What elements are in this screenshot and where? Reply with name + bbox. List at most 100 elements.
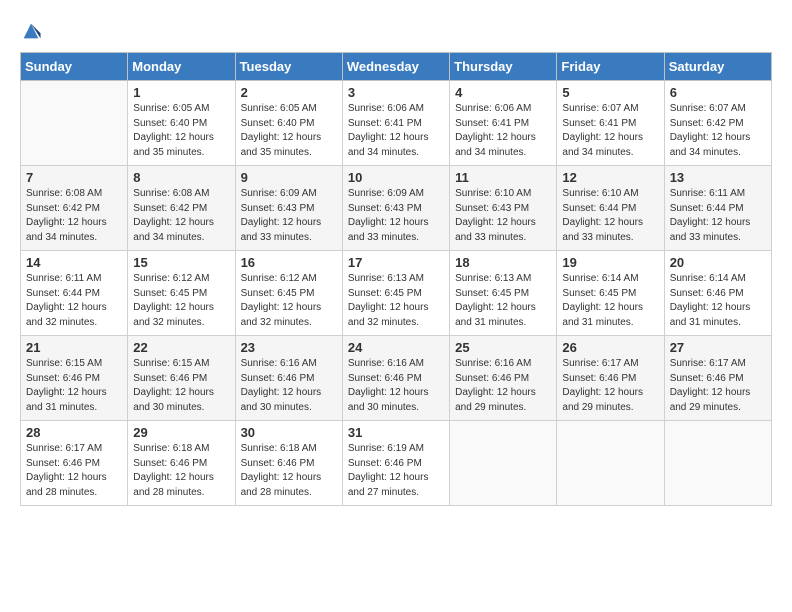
sunrise-label: Sunrise: 6:12 AM [241, 273, 317, 284]
daylight-label: Daylight: 12 hours and 32 minutes. [133, 302, 214, 328]
sunset-label: Sunset: 6:46 PM [562, 373, 636, 384]
day-cell: 18Sunrise: 6:13 AMSunset: 6:45 PMDayligh… [450, 251, 557, 336]
day-number: 1 [133, 85, 229, 100]
day-info: Sunrise: 6:07 AMSunset: 6:42 PMDaylight:… [670, 102, 766, 160]
sunset-label: Sunset: 6:46 PM [670, 288, 744, 299]
sunset-label: Sunset: 6:46 PM [241, 458, 315, 469]
day-info: Sunrise: 6:05 AMSunset: 6:40 PMDaylight:… [241, 102, 337, 160]
sunrise-label: Sunrise: 6:07 AM [562, 103, 638, 114]
day-number: 26 [562, 340, 658, 355]
sunrise-label: Sunrise: 6:17 AM [670, 358, 746, 369]
daylight-label: Daylight: 12 hours and 32 minutes. [348, 302, 429, 328]
sunset-label: Sunset: 6:42 PM [26, 203, 100, 214]
sunset-label: Sunset: 6:45 PM [455, 288, 529, 299]
day-number: 4 [455, 85, 551, 100]
col-header-wednesday: Wednesday [342, 53, 449, 81]
day-number: 10 [348, 170, 444, 185]
day-info: Sunrise: 6:09 AMSunset: 6:43 PMDaylight:… [241, 187, 337, 245]
day-info: Sunrise: 6:05 AMSunset: 6:40 PMDaylight:… [133, 102, 229, 160]
day-cell: 9Sunrise: 6:09 AMSunset: 6:43 PMDaylight… [235, 166, 342, 251]
day-number: 20 [670, 255, 766, 270]
col-header-monday: Monday [128, 53, 235, 81]
daylight-label: Daylight: 12 hours and 34 minutes. [26, 217, 107, 243]
sunrise-label: Sunrise: 6:16 AM [348, 358, 424, 369]
day-cell [450, 421, 557, 506]
day-info: Sunrise: 6:12 AMSunset: 6:45 PMDaylight:… [133, 272, 229, 330]
day-cell: 28Sunrise: 6:17 AMSunset: 6:46 PMDayligh… [21, 421, 128, 506]
day-info: Sunrise: 6:10 AMSunset: 6:43 PMDaylight:… [455, 187, 551, 245]
day-number: 22 [133, 340, 229, 355]
sunset-label: Sunset: 6:46 PM [133, 458, 207, 469]
day-cell: 14Sunrise: 6:11 AMSunset: 6:44 PMDayligh… [21, 251, 128, 336]
daylight-label: Daylight: 12 hours and 28 minutes. [133, 472, 214, 498]
sunset-label: Sunset: 6:46 PM [26, 458, 100, 469]
day-number: 19 [562, 255, 658, 270]
page-header [20, 20, 772, 42]
day-info: Sunrise: 6:16 AMSunset: 6:46 PMDaylight:… [455, 357, 551, 415]
day-cell [664, 421, 771, 506]
sunrise-label: Sunrise: 6:13 AM [348, 273, 424, 284]
day-number: 30 [241, 425, 337, 440]
sunrise-label: Sunrise: 6:05 AM [133, 103, 209, 114]
day-cell: 6 Sunrise: 6:07 AMSunset: 6:42 PMDaylight… [664, 81, 771, 166]
day-number: 28 [26, 425, 122, 440]
day-info: Sunrise: 6:06 AMSunset: 6:41 PMDaylight:… [455, 102, 551, 160]
day-info: Sunrise: 6:18 AMSunset: 6:46 PMDaylight:… [241, 442, 337, 500]
day-number: 8 [133, 170, 229, 185]
daylight-label: Daylight: 12 hours and 34 minutes. [670, 132, 751, 158]
daylight-label: Daylight: 12 hours and 29 minutes. [670, 387, 751, 413]
day-info: Sunrise: 6:16 AMSunset: 6:46 PMDaylight:… [241, 357, 337, 415]
sunrise-label: Sunrise: 6:06 AM [455, 103, 531, 114]
day-cell: 24Sunrise: 6:16 AMSunset: 6:46 PMDayligh… [342, 336, 449, 421]
sunrise-label: Sunrise: 6:10 AM [455, 188, 531, 199]
sunrise-label: Sunrise: 6:12 AM [133, 273, 209, 284]
day-number: 25 [455, 340, 551, 355]
sunset-label: Sunset: 6:41 PM [455, 118, 529, 129]
sunset-label: Sunset: 6:46 PM [670, 373, 744, 384]
calendar-table: SundayMondayTuesdayWednesdayThursdayFrid… [20, 52, 772, 506]
sunset-label: Sunset: 6:46 PM [241, 373, 315, 384]
logo [20, 20, 46, 42]
sunrise-label: Sunrise: 6:14 AM [562, 273, 638, 284]
day-cell: 16Sunrise: 6:12 AMSunset: 6:45 PMDayligh… [235, 251, 342, 336]
sunset-label: Sunset: 6:42 PM [133, 203, 207, 214]
daylight-label: Daylight: 12 hours and 29 minutes. [455, 387, 536, 413]
day-info: Sunrise: 6:19 AMSunset: 6:46 PMDaylight:… [348, 442, 444, 500]
logo-icon [20, 20, 42, 42]
day-cell [557, 421, 664, 506]
day-cell: 29Sunrise: 6:18 AMSunset: 6:46 PMDayligh… [128, 421, 235, 506]
day-number: 6 [670, 85, 766, 100]
day-cell: 27Sunrise: 6:17 AMSunset: 6:46 PMDayligh… [664, 336, 771, 421]
day-info: Sunrise: 6:17 AMSunset: 6:46 PMDaylight:… [562, 357, 658, 415]
sunrise-label: Sunrise: 6:06 AM [348, 103, 424, 114]
day-info: Sunrise: 6:06 AMSunset: 6:41 PMDaylight:… [348, 102, 444, 160]
col-header-saturday: Saturday [664, 53, 771, 81]
sunset-label: Sunset: 6:40 PM [241, 118, 315, 129]
week-row-5: 28 Sunrise: 6:17 AM Sunset: 6:46 PM Dayligh… [21, 421, 772, 506]
daylight-label: Daylight: 12 hours and 27 minutes. [348, 472, 429, 498]
sunset-label: Sunset: 6:46 PM [348, 373, 422, 384]
sunrise-label: Sunrise: 6:17 AM [26, 443, 102, 454]
day-info: Sunrise: 6:08 AMSunset: 6:42 PMDaylight:… [26, 187, 122, 245]
sunrise-label: Sunrise: 6:11 AM [670, 188, 745, 199]
sunset-label: Sunset: 6:41 PM [562, 118, 636, 129]
day-cell: 25 Sunrise: 6:16 AMSunset: 6:46 PMDayligh… [450, 336, 557, 421]
sunset-label: Sunset: 6:42 PM [670, 118, 744, 129]
daylight-label: Daylight: 12 hours and 34 minutes. [133, 217, 214, 243]
daylight-label: Daylight: 12 hours and 33 minutes. [562, 217, 643, 243]
day-cell: 4Sunrise: 6:06 AMSunset: 6:41 PMDaylight… [450, 81, 557, 166]
day-cell: 19Sunrise: 6:14 AMSunset: 6:45 PMDayligh… [557, 251, 664, 336]
daylight-label: Daylight: 12 hours and 31 minutes. [455, 302, 536, 328]
col-header-friday: Friday [557, 53, 664, 81]
week-row-4: 21Sunrise: 6:15 AMSunset: 6:46 PMDayligh… [21, 336, 772, 421]
day-info: Sunrise: 6:16 AMSunset: 6:46 PMDaylight:… [348, 357, 444, 415]
daylight-label: Daylight: 12 hours and 32 minutes. [241, 302, 322, 328]
day-cell: 17Sunrise: 6:13 AMSunset: 6:45 PMDayligh… [342, 251, 449, 336]
daylight-label: Daylight: 12 hours and 33 minutes. [455, 217, 536, 243]
day-cell: 30 Sunrise: 6:18 AMSunset: 6:46 PMDayligh… [235, 421, 342, 506]
sunrise-label: Sunrise: 6:11 AM [26, 273, 101, 284]
daylight-label: Daylight: 12 hours and 33 minutes. [348, 217, 429, 243]
day-cell: 12Sunrise: 6:10 AMSunset: 6:44 PMDayligh… [557, 166, 664, 251]
sunset-label: Sunset: 6:44 PM [26, 288, 100, 299]
sunrise-label: Sunrise: 6:08 AM [133, 188, 209, 199]
